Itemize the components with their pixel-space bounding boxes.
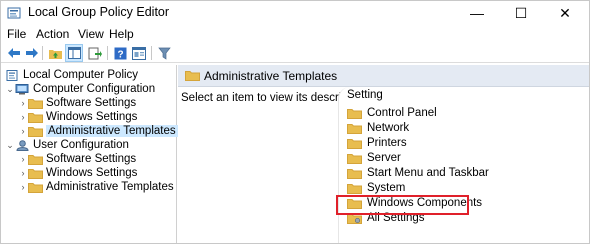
minimize-button[interactable]: —: [455, 1, 499, 25]
help-button[interactable]: ?: [111, 44, 129, 62]
folder-icon: [347, 153, 362, 164]
chevron-right-icon[interactable]: ›: [18, 98, 28, 108]
show-hide-tree-icon: [67, 47, 81, 59]
folder-icon: [185, 71, 200, 81]
toolbar-separator: [151, 46, 152, 60]
folder-icon: [347, 138, 362, 149]
minimize-icon: —: [470, 5, 484, 21]
list-item-label: Start Menu and Taskbar: [367, 167, 489, 179]
console-tree: Local Computer Policy ⌄ Computer Configu…: [1, 65, 178, 243]
close-button[interactable]: ✕: [543, 1, 587, 25]
export-list-button[interactable]: [86, 44, 104, 62]
tree-item-administrative-templates-user[interactable]: › Administrative Templates: [18, 180, 174, 194]
help-icon: ?: [114, 47, 126, 60]
chevron-right-icon[interactable]: ›: [18, 182, 28, 192]
chevron-right-icon[interactable]: ›: [18, 112, 28, 122]
tree-item-label: Computer Configuration: [33, 83, 156, 95]
filter-icon: [157, 47, 171, 60]
list-item-network[interactable]: Network: [347, 121, 409, 135]
menu-file[interactable]: File: [7, 27, 26, 41]
details-header: Administrative Templates: [178, 65, 589, 87]
properties-button[interactable]: [130, 44, 148, 62]
list-item-system[interactable]: System: [347, 181, 405, 195]
back-arrow-icon: [8, 48, 20, 58]
properties-icon: [132, 46, 146, 60]
toolbar-separator: [42, 46, 43, 60]
up-folder-button[interactable]: [46, 44, 64, 62]
tree-item-label: Software Settings: [46, 97, 137, 109]
tree-item-administrative-templates-computer[interactable]: › Administrative Templates: [18, 124, 178, 138]
column-header-setting[interactable]: Setting: [347, 89, 383, 101]
list-item-label: Control Panel: [367, 107, 437, 119]
tree-item-windows-settings[interactable]: › Windows Settings: [18, 110, 138, 124]
folder-icon: [28, 168, 43, 179]
list-item-control-panel[interactable]: Control Panel: [347, 106, 437, 120]
settings-list: Setting Control Panel Network Printers S…: [338, 87, 589, 243]
chevron-right-icon[interactable]: ›: [18, 168, 28, 178]
policy-document-icon: [6, 69, 18, 81]
highlight-annotation-box: [336, 195, 469, 215]
tree-item-label: Windows Settings: [46, 167, 138, 179]
list-item-printers[interactable]: Printers: [347, 136, 407, 150]
folder-icon: [28, 154, 43, 165]
chevron-down-icon[interactable]: ⌄: [5, 140, 15, 151]
window-title: Local Group Policy Editor: [28, 5, 170, 19]
list-item-start-menu-and-taskbar[interactable]: Start Menu and Taskbar: [347, 166, 489, 180]
folder-icon: [28, 182, 43, 193]
list-item-label: Network: [367, 122, 410, 134]
menu-action[interactable]: Action: [36, 27, 69, 41]
group-policy-editor-window: Local Group Policy Editor — ☐ ✕ File Act…: [0, 0, 590, 244]
folder-icon: [28, 126, 43, 137]
title-bar: Local Group Policy Editor — ☐ ✕: [1, 1, 589, 25]
forward-arrow-icon: [26, 48, 38, 58]
maximize-button[interactable]: ☐: [499, 1, 543, 25]
folder-icon: [347, 183, 362, 194]
tree-item-label: Local Computer Policy: [23, 69, 139, 81]
tree-item-label: Software Settings: [46, 153, 137, 165]
close-icon: ✕: [559, 4, 571, 21]
tree-item-local-computer-policy[interactable]: Local Computer Policy: [5, 68, 138, 82]
list-item-server[interactable]: Server: [347, 151, 401, 165]
list-item-label: System: [367, 182, 406, 194]
tree-item-label: Administrative Templates: [46, 125, 178, 137]
folder-icon: [347, 168, 362, 179]
menu-view[interactable]: View: [78, 27, 104, 41]
chevron-right-icon[interactable]: ›: [18, 154, 28, 164]
chevron-down-icon[interactable]: ⌄: [5, 84, 15, 95]
folder-icon: [28, 98, 43, 109]
list-item-label: Printers: [367, 137, 407, 149]
folder-icon: [28, 112, 43, 123]
maximize-icon: ☐: [514, 4, 528, 21]
tree-item-software-settings-user[interactable]: › Software Settings: [18, 152, 137, 166]
toolbar-separator: [107, 46, 108, 60]
tree-item-label: Administrative Templates: [46, 181, 174, 193]
toolbar: ?: [1, 43, 589, 63]
folder-icon: [347, 123, 362, 134]
user-icon: [16, 139, 29, 151]
svg-text:?: ?: [117, 49, 123, 60]
forward-button[interactable]: [23, 44, 41, 62]
up-folder-icon: [48, 49, 62, 59]
tree-item-software-settings[interactable]: › Software Settings: [18, 96, 137, 110]
tree-item-label: User Configuration: [33, 139, 129, 151]
tree-item-label: Windows Settings: [46, 111, 138, 123]
list-item-label: Server: [367, 152, 401, 164]
tree-item-computer-configuration[interactable]: ⌄ Computer Configuration: [5, 82, 155, 96]
menu-help[interactable]: Help: [109, 27, 134, 41]
chevron-right-icon[interactable]: ›: [18, 126, 28, 136]
tree-item-windows-settings-user[interactable]: › Windows Settings: [18, 166, 138, 180]
folder-icon: [347, 108, 362, 119]
back-button[interactable]: [5, 44, 23, 62]
app-icon: [7, 7, 21, 19]
show-hide-tree-button[interactable]: [65, 44, 83, 62]
filter-button[interactable]: [155, 44, 173, 62]
description-pane: Select an item to view its description.: [178, 87, 370, 243]
tree-item-user-configuration[interactable]: ⌄ User Configuration: [5, 138, 129, 152]
export-list-icon: [88, 47, 102, 59]
details-pane: Administrative Templates Select an item …: [178, 65, 589, 243]
computer-icon: [15, 83, 29, 94]
details-header-title: Administrative Templates: [204, 69, 338, 83]
menu-bar: File Action View Help: [1, 25, 589, 43]
